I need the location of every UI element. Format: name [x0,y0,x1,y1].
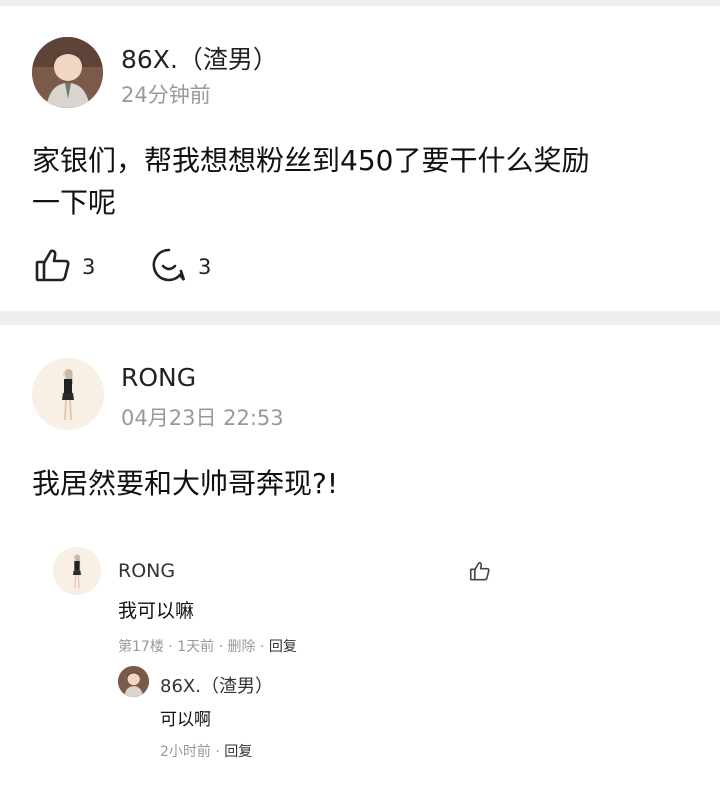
reply-time: 2小时前 [160,744,211,760]
reply-author-name[interactable]: 86X.（渣男） [160,672,273,698]
floor-number: 第17楼 [118,639,164,655]
post-content: 我居然要和大帅哥奔现?! [32,467,339,500]
post-content: 家银们，帮我想想粉丝到450了要干什么奖励 [32,144,590,177]
reply-meta: 2小时前 · 回复 [160,744,253,760]
avatar[interactable] [32,358,104,430]
avatar[interactable] [53,547,101,595]
comment-bubble-icon [150,246,188,288]
thumbs-up-icon[interactable] [469,560,491,586]
avatar[interactable] [118,666,149,697]
reply-text: 可以啊 [160,710,211,730]
reply-text: 我可以嘛 [118,600,195,622]
comment-count: 3 [198,255,212,279]
reply-time: 1天前 [177,639,215,655]
post-content-continued: 一下呢 [32,186,117,219]
like-button[interactable]: 3 [34,246,95,288]
reply-author-name[interactable]: RONG [118,560,175,582]
like-count: 3 [82,255,96,279]
post-author-name[interactable]: 86X.（渣男） [121,40,278,76]
top-divider [0,0,720,6]
post-time: 24分钟前 [121,83,211,107]
comment-button[interactable]: 3 [150,246,211,288]
reply-link[interactable]: 回复 [269,639,297,655]
delete-link[interactable]: 删除 [227,639,255,655]
avatar[interactable] [32,37,103,108]
thumbs-up-icon [34,246,72,288]
reply-meta: 第17楼 · 1天前 · 删除 · 回复 [118,639,297,655]
post-time: 04月23日 22:53 [121,406,284,430]
section-divider [0,311,720,325]
post-author-name[interactable]: RONG [121,363,196,392]
reply-link[interactable]: 回复 [224,744,252,760]
